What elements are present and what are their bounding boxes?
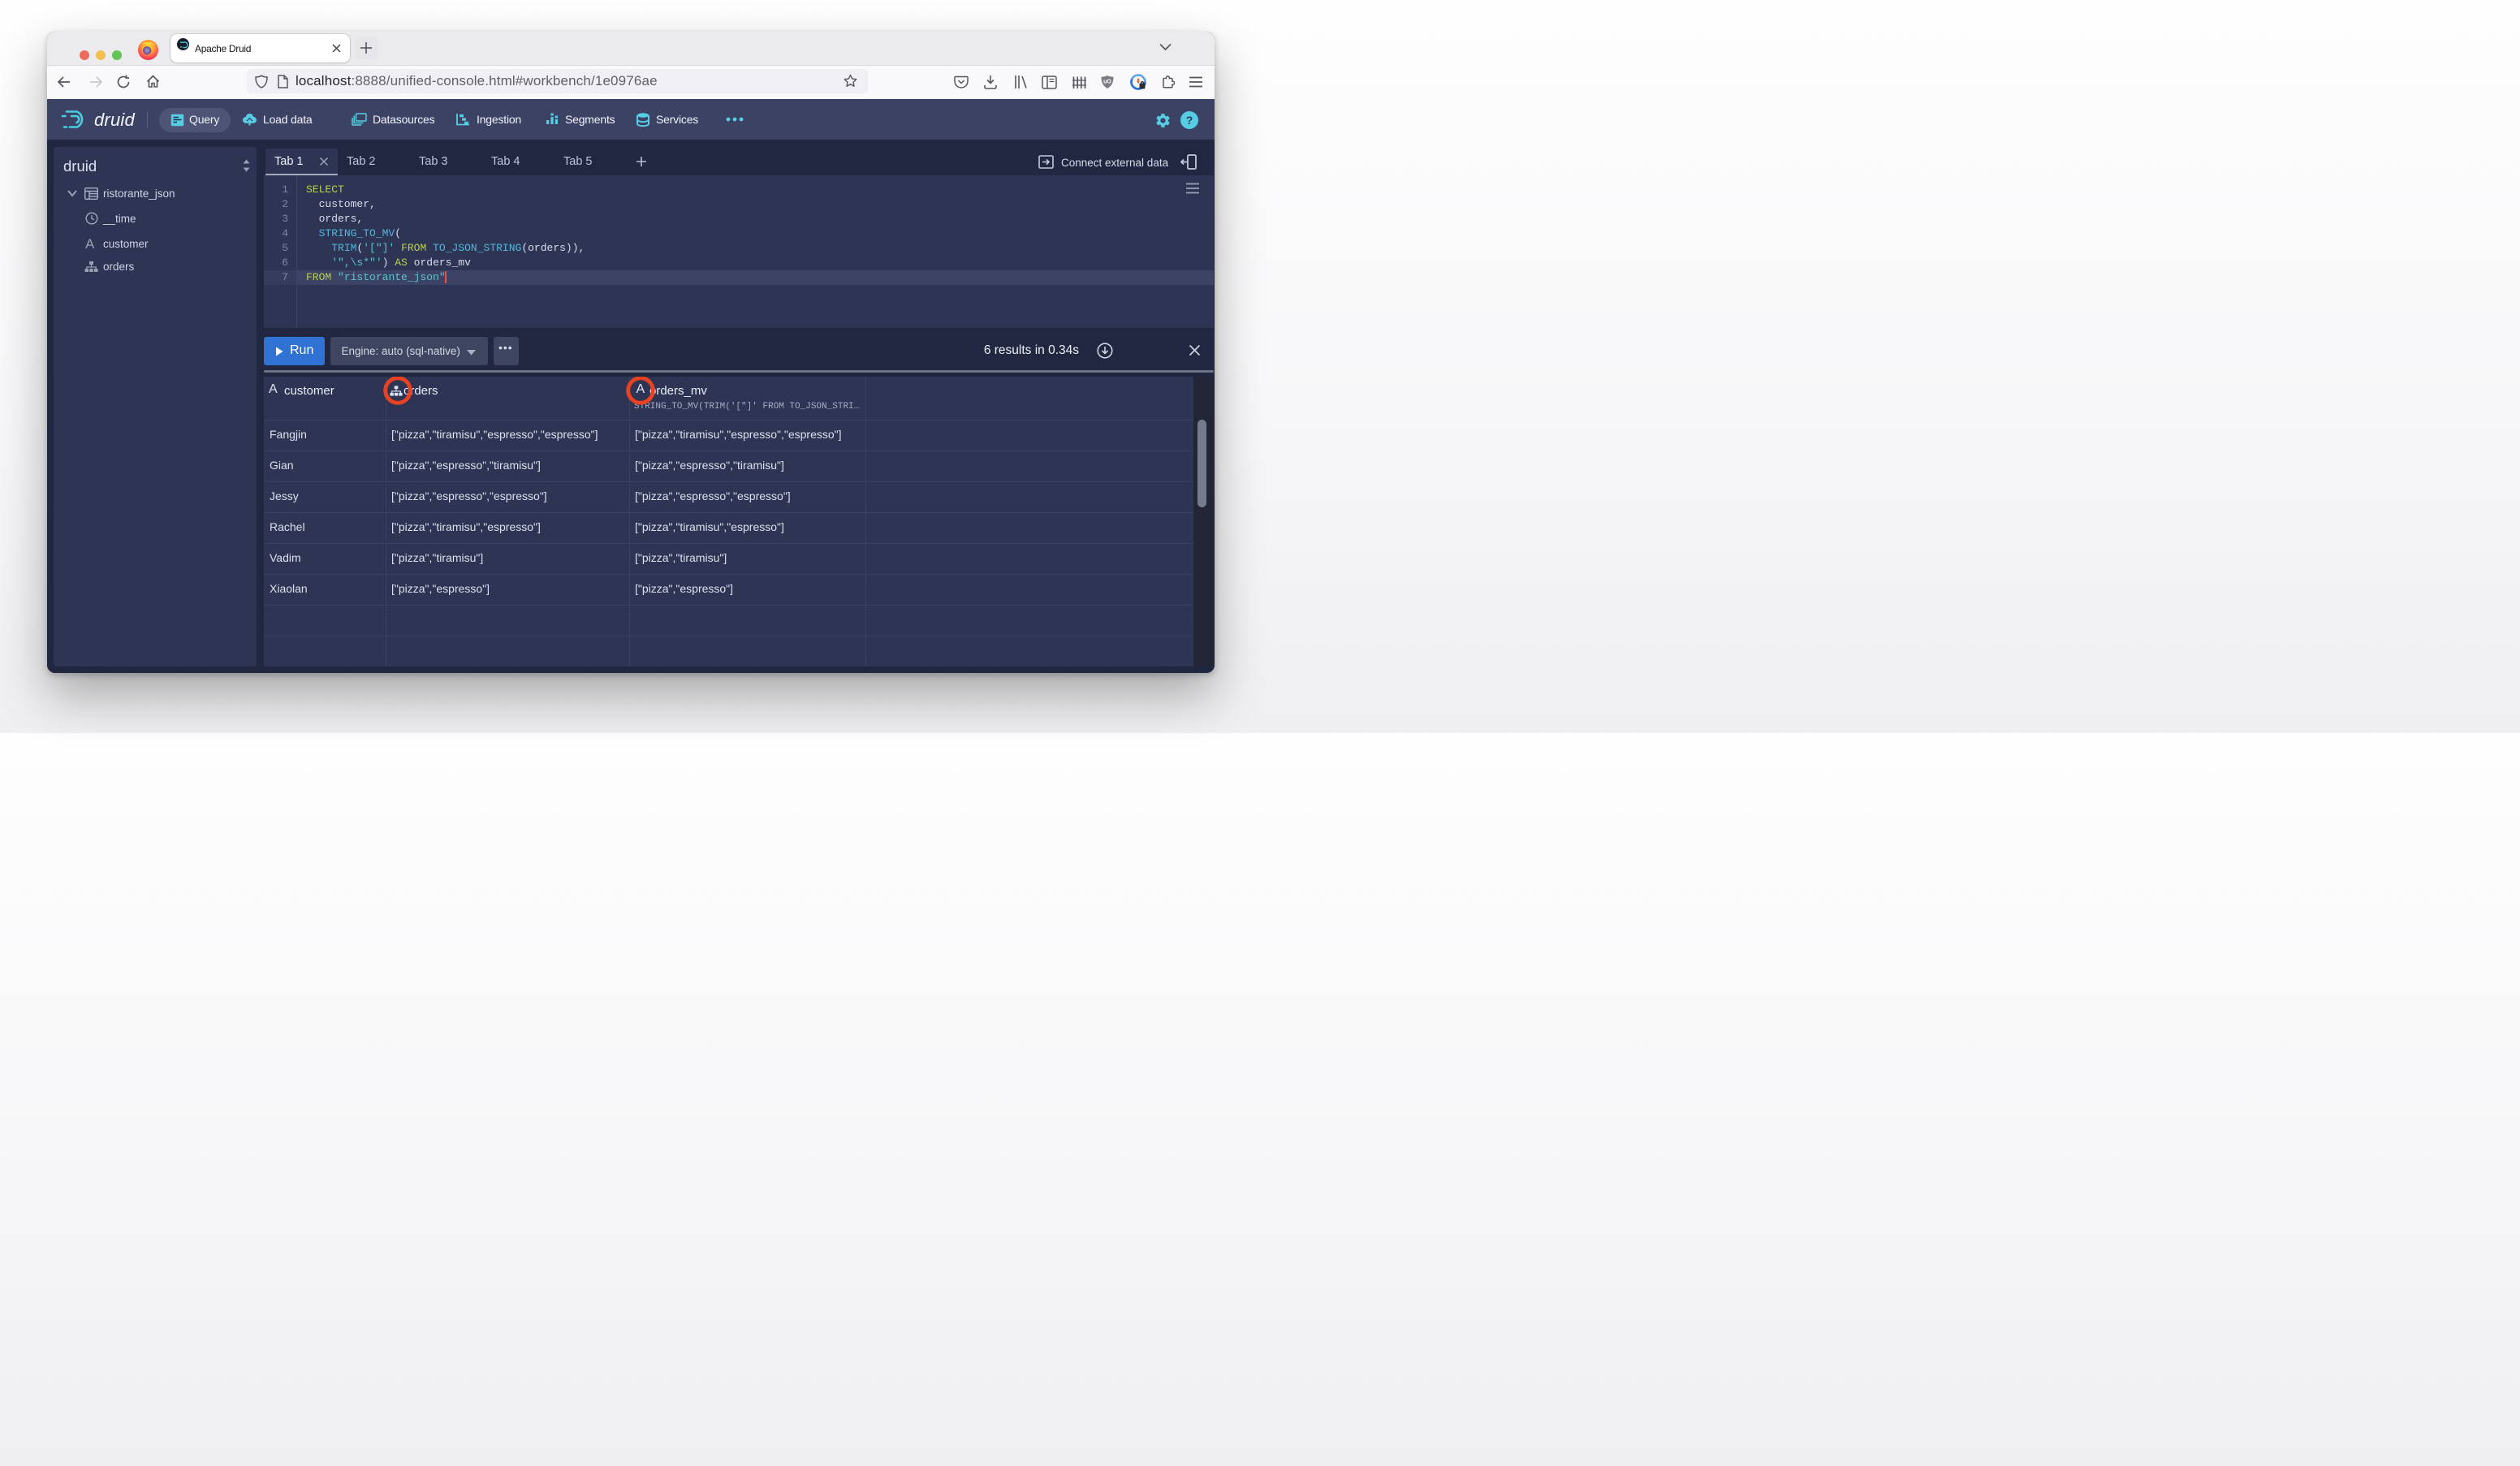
svg-text:uO: uO xyxy=(1103,80,1111,85)
